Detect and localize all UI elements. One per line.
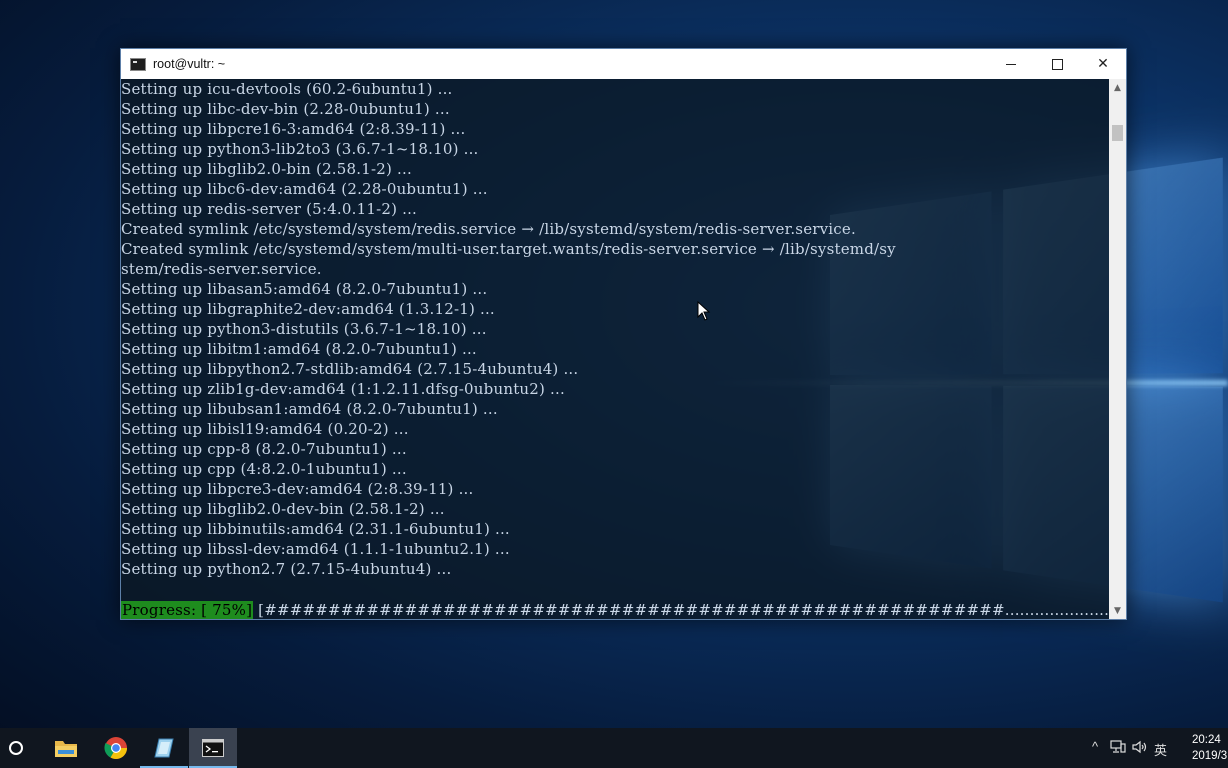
console-line: Setting up python3-lib2to3 (3.6.7-1~18.1…	[121, 140, 479, 158]
console-line: Setting up libgraphite2-dev:amd64 (1.3.1…	[121, 300, 495, 318]
console-line: Setting up libitm1:amd64 (8.2.0-7ubuntu1…	[121, 340, 477, 358]
progress-label: Progress: [ 75%]	[121, 601, 254, 619]
console-line: Created symlink /etc/systemd/system/mult…	[121, 240, 896, 258]
console-line: Setting up libssl-dev:amd64 (1.1.1-1ubun…	[121, 540, 510, 558]
console-line: Setting up libglib2.0-bin (2.58.1-2) ...	[121, 160, 412, 178]
console-line: Setting up libglib2.0-dev-bin (2.58.1-2)…	[121, 500, 445, 518]
search-button[interactable]	[0, 728, 32, 768]
network-icon[interactable]	[1110, 740, 1126, 754]
mouse-pointer-icon	[697, 301, 711, 321]
console-line: Setting up redis-server (5:4.0.11-2) ...	[121, 200, 418, 218]
app-icon	[154, 738, 174, 758]
console-line: Setting up libc6-dev:amd64 (2.28-0ubuntu…	[121, 180, 488, 198]
console-line: Setting up icu-devtools (60.2-6ubuntu1) …	[121, 80, 453, 98]
maximize-button[interactable]	[1034, 49, 1080, 79]
scrollbar-thumb[interactable]	[1112, 125, 1123, 141]
close-icon: ✕	[1097, 56, 1109, 72]
console-line: Setting up libpcre16-3:amd64 (2:8.39-11)…	[121, 120, 466, 138]
console-line: Setting up libpython2.7-stdlib:amd64 (2.…	[121, 360, 579, 378]
taskbar: ^ 英 20:24 2019/3	[0, 728, 1228, 768]
maximize-icon	[1051, 58, 1063, 70]
console-line: Setting up zlib1g-dev:amd64 (1:1.2.11.df…	[121, 380, 565, 398]
taskbar-file-explorer[interactable]	[42, 728, 90, 768]
chrome-icon	[104, 737, 127, 759]
minimize-icon	[1006, 63, 1016, 65]
console-line: Setting up libasan5:amd64 (8.2.0-7ubuntu…	[121, 280, 488, 298]
clock[interactable]: 20:24 2019/3	[1192, 732, 1228, 764]
console-line: Setting up libbinutils:amd64 (2.31.1-6ub…	[121, 520, 510, 538]
chevron-up-icon[interactable]: ^	[1092, 739, 1098, 754]
minimize-button[interactable]	[988, 49, 1034, 79]
console-lines: Setting up icu-devtools (60.2-6ubuntu1) …	[121, 79, 1109, 579]
console-line: Setting up libc-dev-bin (2.28-0ubuntu1) …	[121, 100, 450, 118]
console-output[interactable]: Setting up icu-devtools (60.2-6ubuntu1) …	[121, 79, 1109, 619]
speaker-icon[interactable]	[1132, 740, 1148, 754]
window-titlebar[interactable]: root@vultr: ~ ✕	[121, 49, 1126, 79]
taskbar-terminal[interactable]	[189, 728, 237, 768]
taskbar-app[interactable]	[140, 728, 188, 768]
clock-time: 20:24	[1192, 734, 1221, 746]
desktop-background: root@vultr: ~ ✕ Setting up icu-devtools …	[0, 0, 1228, 768]
close-button[interactable]: ✕	[1080, 49, 1126, 79]
console-line: stem/redis-server.service.	[121, 260, 322, 278]
console-line: Setting up libubsan1:amd64 (8.2.0-7ubunt…	[121, 400, 498, 418]
terminal-icon	[202, 739, 224, 757]
console-line: Setting up libisl19:amd64 (0.20-2) ...	[121, 420, 409, 438]
console-line: Setting up cpp-8 (8.2.0-7ubuntu1) ...	[121, 440, 407, 458]
progress-line: Progress: [ 75%] [######################…	[121, 600, 1109, 619]
window-title: root@vultr: ~	[153, 57, 226, 71]
scroll-up-arrow-icon[interactable]: ▲	[1109, 79, 1126, 96]
console-line: Setting up python3-distutils (3.6.7-1~18…	[121, 320, 487, 338]
console-line: Setting up libpcre3-dev:amd64 (2:8.39-11…	[121, 480, 474, 498]
search-icon	[9, 741, 23, 755]
taskbar-chrome[interactable]	[92, 728, 140, 768]
input-method-indicator[interactable]: 英	[1154, 740, 1167, 759]
terminal-window[interactable]: root@vultr: ~ ✕ Setting up icu-devtools …	[120, 48, 1127, 620]
console-line: Setting up python2.7 (2.7.15-4ubuntu4) .…	[121, 560, 452, 578]
system-tray: ^ 英 20:24 2019/3	[1088, 728, 1228, 768]
clock-date: 2019/3	[1192, 750, 1228, 762]
vertical-scrollbar[interactable]: ▲ ▼	[1109, 79, 1126, 619]
progress-bar: [#######################################…	[258, 601, 1109, 619]
file-explorer-icon	[55, 741, 77, 757]
scroll-down-arrow-icon[interactable]: ▼	[1109, 602, 1126, 619]
console-line: Setting up cpp (4:8.2.0-1ubuntu1) ...	[121, 460, 407, 478]
console-line: Created symlink /etc/systemd/system/redi…	[121, 220, 856, 238]
console-app-icon[interactable]	[130, 57, 146, 71]
